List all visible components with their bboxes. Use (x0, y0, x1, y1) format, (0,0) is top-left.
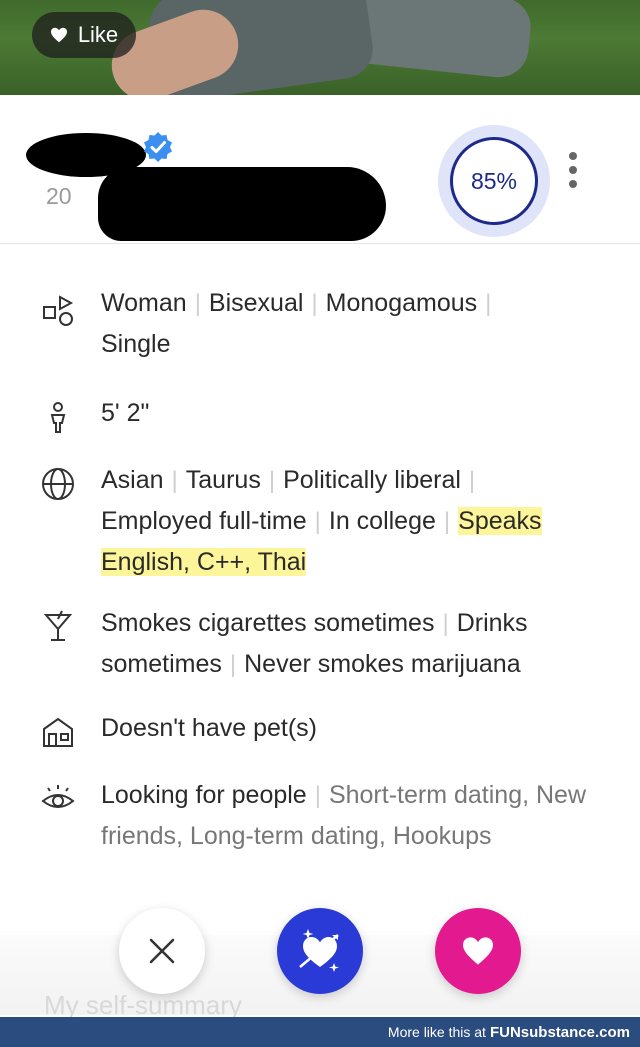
close-icon (149, 938, 175, 964)
detail-item: Doesn't have pet(s) (101, 714, 317, 742)
detail-item: Never smokes marijuana (244, 650, 521, 678)
globe-icon (42, 468, 74, 500)
watermark-text: More like this at (387, 1024, 486, 1040)
detail-item: 5' 2" (101, 399, 150, 427)
profile-photo[interactable]: Like (0, 0, 640, 95)
age-label: 20 (46, 183, 72, 209)
detail-text: 5' 2" (101, 393, 601, 433)
watermark-brand: FUNsubstance.com (489, 1023, 630, 1041)
profile-header: 20 85% (0, 95, 640, 244)
detail-text: Woman | Bisexual | Monogamous | Single (101, 289, 492, 358)
verified-badge-icon (144, 132, 172, 162)
heart-icon (50, 27, 67, 43)
detail-item: Woman (101, 289, 187, 317)
detail-item: Taurus (185, 466, 261, 494)
like-button[interactable] (435, 908, 521, 994)
person-height-icon (50, 402, 66, 433)
more-options-icon[interactable] (566, 152, 580, 188)
detail-item: In college (328, 507, 436, 535)
match-percentage[interactable]: 85% (438, 125, 550, 237)
detail-item: Bisexual (208, 289, 304, 317)
eye-icon (41, 785, 75, 808)
detail-item: Monogamous (325, 289, 478, 317)
gender-shapes-icon (43, 295, 74, 326)
superlike-button[interactable] (277, 908, 363, 994)
detail-text: Smokes cigarettes sometimes | Drinks somet… (101, 609, 528, 678)
looking-for-lead: Looking for people (101, 781, 307, 809)
watermark-footer: More like this at FUNsubstance.com (0, 1017, 640, 1047)
detail-text: Asian | Taurus | Politically liberal | Employ… (101, 466, 542, 576)
detail-item: Single (101, 330, 171, 358)
like-label: Like (77, 22, 119, 47)
detail-item: Politically liberal (283, 466, 461, 494)
match-percentage-value: 85% (450, 137, 538, 225)
redacted-location (98, 167, 386, 241)
detail-item: Employed full-time (101, 507, 307, 535)
detail-text: Looking for people | Short-term dating, Ne… (101, 781, 586, 850)
detail-item: Asian (101, 466, 164, 494)
pass-button[interactable] (119, 908, 205, 994)
house-icon (43, 717, 73, 747)
detail-text: Doesn't have pet(s) (101, 708, 601, 748)
heart-arrow-icon (299, 929, 339, 972)
heart-icon (463, 937, 493, 965)
photo-like-button[interactable]: Like (32, 12, 136, 58)
detail-item: Smokes cigarettes sometimes (101, 609, 435, 637)
cocktail-icon (43, 610, 73, 641)
